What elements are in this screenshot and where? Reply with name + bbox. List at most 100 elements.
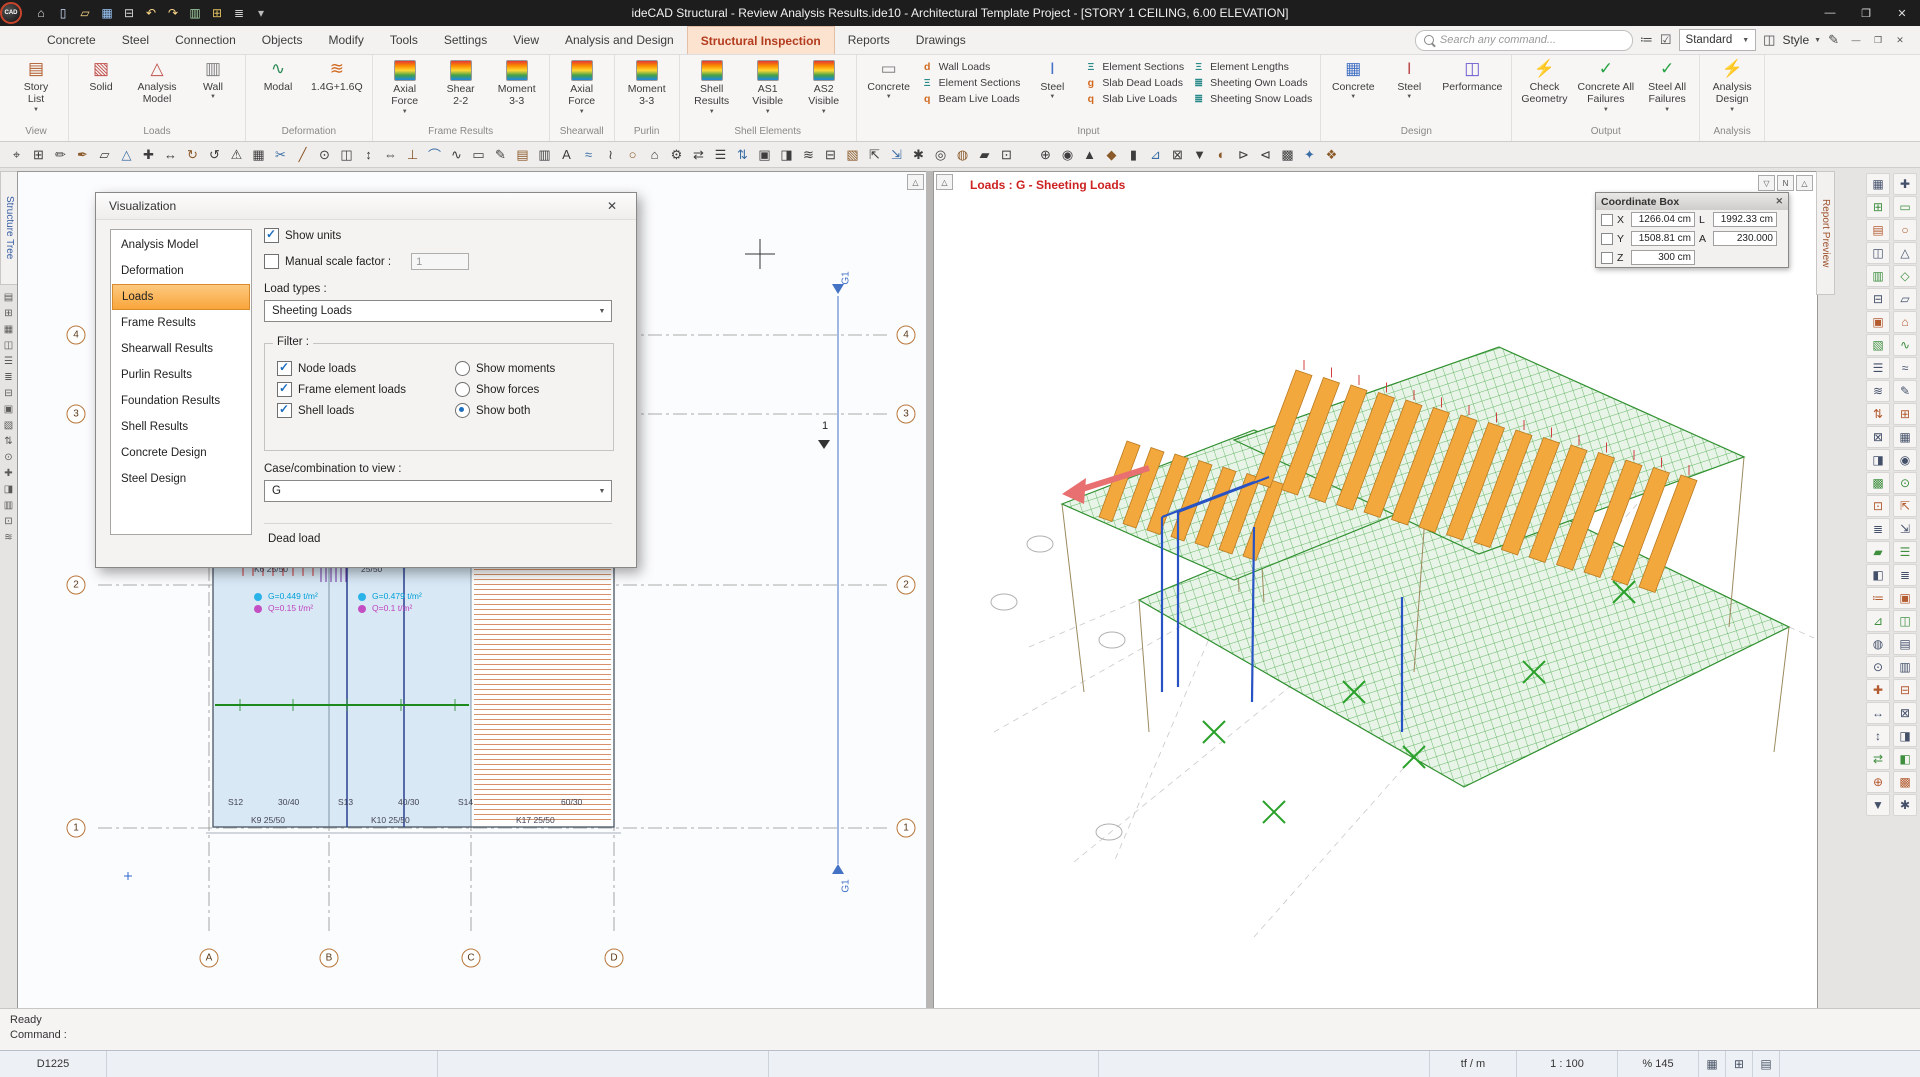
right-toolbar-icon[interactable]: ☰	[1893, 541, 1917, 563]
axis-lock-checkbox[interactable]	[1601, 252, 1613, 264]
redo-icon[interactable]: ↷	[163, 4, 183, 22]
ribbon-button-steel[interactable]: ISteel▼	[1382, 56, 1436, 100]
ribbon-button-shear-2-2[interactable]: Shear2-2	[434, 56, 488, 108]
grid-icon[interactable]: ⊞	[207, 4, 227, 22]
viewport-maximize-button[interactable]: △	[1796, 175, 1813, 191]
ribbon-tab[interactable]: Modify	[315, 26, 376, 54]
dialog-list-item[interactable]: Concrete Design	[112, 440, 250, 466]
left-toolbar-icon[interactable]: ▧	[4, 420, 13, 431]
right-toolbar-icon[interactable]: ⊙	[1893, 472, 1917, 494]
model-drawing[interactable]	[934, 172, 1817, 1009]
right-toolbar-icon[interactable]: ▩	[1866, 472, 1890, 494]
right-toolbar-icon[interactable]: ⊞	[1893, 403, 1917, 425]
units-cell[interactable]: tf / m	[1430, 1051, 1517, 1077]
toolbar-icon[interactable]: A	[556, 144, 577, 165]
mdi-restore-button[interactable]: ❐	[1868, 31, 1888, 49]
toolbar-icon[interactable]: ✏	[50, 144, 71, 165]
right-toolbar-icon[interactable]: ▣	[1866, 311, 1890, 333]
right-toolbar-icon[interactable]: ▦	[1866, 173, 1890, 195]
toolbar-icon[interactable]: ☰	[710, 144, 731, 165]
maximize-button[interactable]: ❐	[1848, 0, 1884, 26]
left-toolbar-icon[interactable]: ⊟	[4, 388, 12, 399]
toolbar-icon[interactable]: △	[116, 144, 137, 165]
ribbon-tab[interactable]: View	[500, 26, 552, 54]
right-toolbar-icon[interactable]: ⇅	[1866, 403, 1890, 425]
ribbon-button-wall[interactable]: ▥Wall▼	[186, 56, 240, 100]
filter-checkbox[interactable]: Shell loads	[277, 400, 406, 421]
dialog-list-item[interactable]: Loads	[112, 284, 250, 310]
undo-icon[interactable]: ↶	[141, 4, 161, 22]
right-toolbar-icon[interactable]: ⊞	[1866, 196, 1890, 218]
toolbar-icon[interactable]: ▥	[534, 144, 555, 165]
left-toolbar-icon[interactable]: ≣	[4, 372, 12, 383]
right-toolbar-icon[interactable]: ◉	[1893, 449, 1917, 471]
right-toolbar-icon[interactable]: ▤	[1893, 633, 1917, 655]
ribbon-button-steel[interactable]: ISteel▼	[1025, 56, 1079, 100]
toolbar-icon[interactable]: ✒	[72, 144, 93, 165]
toolbar-icon[interactable]: ≋	[798, 144, 819, 165]
left-toolbar-icon[interactable]: ▥	[4, 500, 13, 511]
ribbon-tab[interactable]: Steel	[109, 26, 162, 54]
left-toolbar-icon[interactable]: ⊙	[4, 452, 12, 463]
toolbar-icon[interactable]: ╱	[292, 144, 313, 165]
home-icon[interactable]: ⌂	[31, 4, 51, 22]
close-icon[interactable]: ✕	[1775, 196, 1783, 207]
north-arrow-icon[interactable]: N	[1777, 175, 1794, 191]
ribbon-tab[interactable]: Analysis and Design	[552, 26, 687, 54]
right-toolbar-icon[interactable]: ↕	[1866, 725, 1890, 747]
toolbar-icon[interactable]: ⇲	[886, 144, 907, 165]
right-toolbar-icon[interactable]: ▩	[1893, 771, 1917, 793]
scale-cell[interactable]: 1 : 100	[1517, 1051, 1618, 1077]
manual-scale-checkbox[interactable]: Manual scale factor : 1	[264, 251, 469, 272]
filter-checkbox[interactable]: Node loads	[277, 358, 406, 379]
right-toolbar-icon[interactable]: ≣	[1893, 564, 1917, 586]
right-toolbar-icon[interactable]: ⊡	[1866, 495, 1890, 517]
toolbar-icon[interactable]: ▩	[1277, 144, 1298, 165]
toolbar-icon[interactable]: ⚠	[226, 144, 247, 165]
left-toolbar-icon[interactable]: ☰	[4, 356, 13, 367]
right-toolbar-icon[interactable]: ⇄	[1866, 748, 1890, 770]
style-selector[interactable]: Style ▼	[1782, 33, 1821, 47]
ribbon-tab[interactable]: Tools	[377, 26, 431, 54]
right-toolbar-icon[interactable]: ▰	[1866, 541, 1890, 563]
open-file-icon[interactable]: ▱	[75, 4, 95, 22]
ribbon-tab[interactable]: Structural Inspection	[687, 26, 835, 54]
toolbar-icon[interactable]: ○	[622, 144, 643, 165]
toolbar-icon[interactable]: ≈	[578, 144, 599, 165]
right-toolbar-icon[interactable]: ◍	[1866, 633, 1890, 655]
right-toolbar-icon[interactable]: ▤	[1866, 219, 1890, 241]
right-toolbar-icon[interactable]: ↔	[1866, 702, 1890, 724]
ribbon-tab[interactable]: Connection	[162, 26, 249, 54]
toolbar-icon[interactable]: ✦	[1299, 144, 1320, 165]
right-toolbar-icon[interactable]: ◨	[1893, 725, 1917, 747]
coordinate-value-field[interactable]: 1992.33 cm	[1713, 212, 1777, 227]
left-toolbar-icon[interactable]: ▦	[4, 324, 13, 335]
toolbar-icon[interactable]: ▤	[512, 144, 533, 165]
toolbar-icon[interactable]: ⊠	[1167, 144, 1188, 165]
axis-lock-checkbox[interactable]	[1601, 214, 1613, 226]
right-toolbar-icon[interactable]: ▣	[1893, 587, 1917, 609]
toolbar-icon[interactable]: ⊿	[1145, 144, 1166, 165]
paint-style-icon[interactable]: ✎	[1828, 32, 1839, 48]
ribbon-small-button-slab-dead-loads[interactable]: gSlab Dead Loads	[1084, 77, 1184, 89]
toolbar-icon[interactable]: ⌒	[424, 144, 445, 165]
toolbar-icon[interactable]: ✂	[270, 144, 291, 165]
toolbar-icon[interactable]: ▭	[468, 144, 489, 165]
new-file-icon[interactable]: ▯	[53, 4, 73, 22]
toolbar-icon[interactable]: ✎	[490, 144, 511, 165]
right-toolbar-icon[interactable]: ✚	[1893, 173, 1917, 195]
dialog-list-item[interactable]: Shearwall Results	[112, 336, 250, 362]
ribbon-small-button-element-sections[interactable]: ΞElement Sections	[921, 77, 1021, 89]
viewport-maximize-button[interactable]: △	[907, 174, 924, 190]
right-toolbar-icon[interactable]: ◫	[1866, 242, 1890, 264]
right-toolbar-icon[interactable]: ✱	[1893, 794, 1917, 816]
ribbon-button-shell-results[interactable]: ShellResults▼	[685, 56, 739, 115]
toolbar-icon[interactable]: ↺	[204, 144, 225, 165]
toolbar-icon[interactable]: ◉	[1057, 144, 1078, 165]
axis-lock-checkbox[interactable]	[1601, 233, 1613, 245]
right-toolbar-icon[interactable]: ▼	[1866, 794, 1890, 816]
toolbar-icon[interactable]: ▰	[974, 144, 995, 165]
ribbon-button-1-4g-1-6q[interactable]: ≋1.4G+1.6Q	[307, 56, 367, 93]
right-toolbar-icon[interactable]: ◨	[1866, 449, 1890, 471]
coordinate-value-field[interactable]: 300 cm	[1631, 250, 1695, 265]
